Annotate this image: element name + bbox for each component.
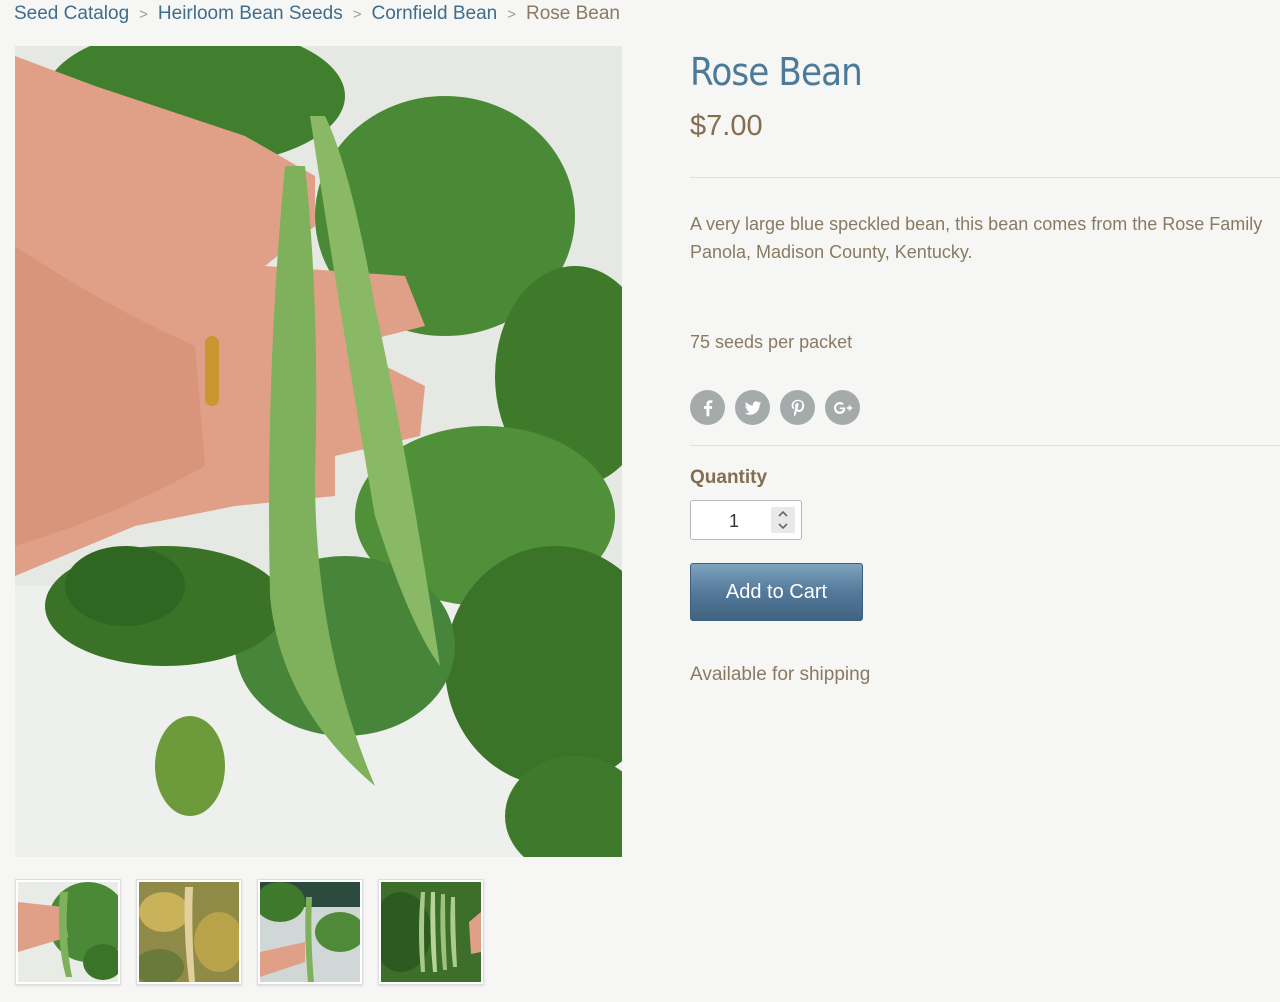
product-page: Seed Catalog > Heirloom Bean Seeds > Cor… bbox=[0, 0, 1280, 1002]
product-price: $7.00 bbox=[690, 110, 763, 142]
product-title: Rose Bean bbox=[690, 50, 863, 94]
thumbnail-4[interactable] bbox=[378, 879, 484, 985]
description-line: A very large blue speckled bean, this be… bbox=[690, 214, 1263, 234]
product-main-image[interactable] bbox=[15, 46, 622, 857]
quantity-stepper[interactable]: 1 bbox=[690, 500, 802, 540]
breadcrumb: Seed Catalog > Heirloom Bean Seeds > Cor… bbox=[14, 2, 620, 26]
pinterest-icon[interactable] bbox=[780, 390, 815, 425]
thumbnail-3[interactable] bbox=[257, 879, 363, 985]
divider bbox=[690, 177, 1280, 178]
quantity-label: Quantity bbox=[690, 467, 768, 488]
add-to-cart-button[interactable]: Add to Cart bbox=[690, 563, 863, 621]
breadcrumb-separator: > bbox=[507, 5, 516, 23]
seeds-per-packet: 75 seeds per packet bbox=[690, 332, 853, 352]
product-details: Rose Bean $7.00 A very large blue speckl… bbox=[690, 46, 1280, 685]
breadcrumb-link-cornfield-bean[interactable]: Cornfield Bean bbox=[372, 3, 498, 25]
chevron-up-icon[interactable] bbox=[778, 509, 788, 519]
breadcrumb-link-seed-catalog[interactable]: Seed Catalog bbox=[14, 3, 129, 25]
twitter-icon[interactable] bbox=[735, 390, 770, 425]
product-description: A very large blue speckled bean, this be… bbox=[690, 210, 1280, 266]
breadcrumb-current: Rose Bean bbox=[525, 3, 620, 24]
social-share bbox=[690, 390, 870, 425]
thumbnail-2[interactable] bbox=[136, 879, 242, 985]
facebook-icon[interactable] bbox=[690, 390, 725, 425]
quantity-spin-buttons[interactable] bbox=[771, 507, 795, 533]
breadcrumb-separator: > bbox=[139, 5, 148, 23]
thumbnail-strip bbox=[15, 879, 499, 985]
divider bbox=[690, 445, 1280, 446]
quantity-input[interactable]: 1 bbox=[729, 511, 739, 532]
thumbnail-1[interactable] bbox=[15, 879, 121, 985]
description-line: Panola, Madison County, Kentucky. bbox=[690, 242, 973, 262]
shipping-availability: Available for shipping bbox=[690, 664, 871, 685]
google-plus-icon[interactable] bbox=[825, 390, 860, 425]
chevron-down-icon[interactable] bbox=[778, 521, 788, 531]
breadcrumb-separator: > bbox=[352, 5, 362, 23]
breadcrumb-link-heirloom-bean-seeds[interactable]: Heirloom Bean Seeds bbox=[158, 3, 343, 25]
